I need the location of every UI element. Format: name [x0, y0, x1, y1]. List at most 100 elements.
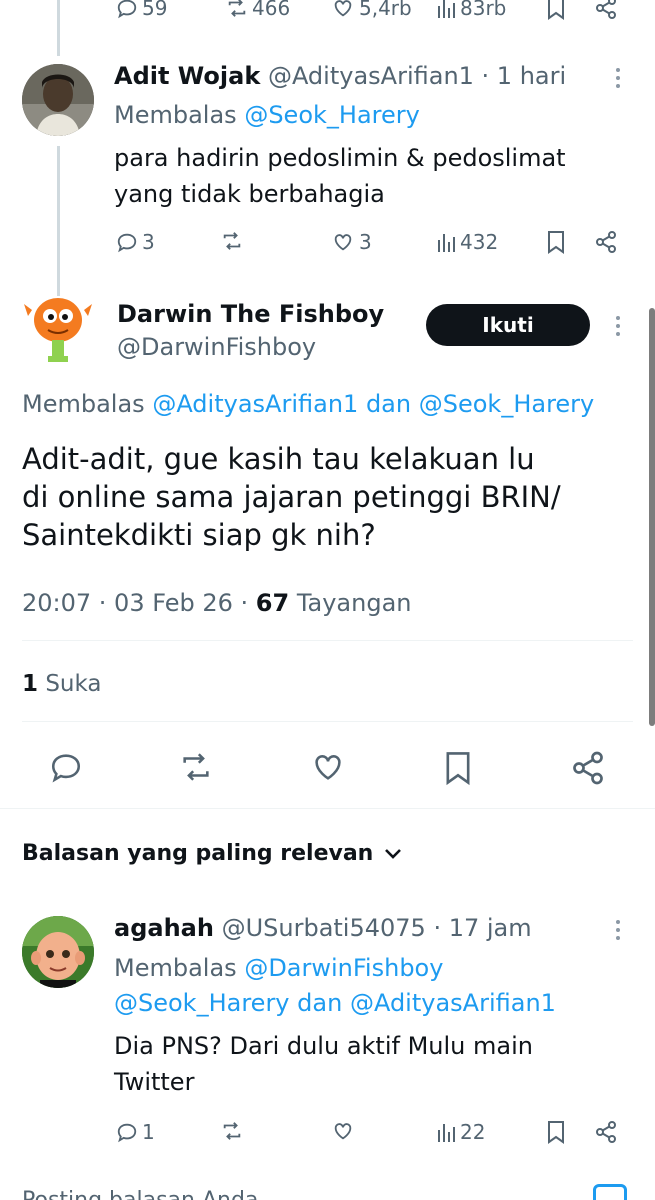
avatar[interactable] — [22, 292, 94, 364]
timestamp[interactable]: 20:07 · 03 Feb 26 · — [22, 589, 256, 617]
reply-icon — [117, 0, 137, 19]
like-label: Suka — [45, 671, 102, 697]
more-icon[interactable] — [615, 68, 621, 92]
share-icon — [573, 751, 603, 785]
author-name[interactable]: Adit Wojak — [114, 62, 260, 90]
bookmark-icon — [548, 0, 564, 20]
views-button[interactable]: 432 — [436, 230, 498, 254]
share-icon — [596, 0, 616, 19]
author-name[interactable]: agahah — [114, 914, 214, 942]
reply-count: 3 — [142, 230, 155, 254]
follow-button-label: Ikuti — [482, 313, 534, 337]
reply-button[interactable] — [48, 750, 84, 784]
more-icon[interactable] — [615, 316, 621, 340]
avatar[interactable] — [22, 64, 94, 136]
bookmark-icon — [548, 231, 564, 254]
reply-count: 1 — [142, 1120, 155, 1144]
reply-icon — [117, 1123, 137, 1143]
tweet-text: para hadirin pedoslimin & pedoslimat yan… — [114, 144, 566, 208]
more-icon[interactable] — [615, 920, 621, 944]
bookmark-button[interactable] — [545, 0, 567, 20]
sort-label: Balasan yang paling relevan — [22, 841, 374, 866]
share-icon — [596, 231, 616, 253]
divider — [0, 808, 655, 809]
reply-icon — [117, 233, 137, 253]
author-handle-time[interactable]: @USurbati54075 · 17 jam — [222, 914, 532, 942]
like-count: 5,4rb — [359, 0, 412, 20]
bookmark-button[interactable] — [545, 230, 567, 254]
repost-button[interactable] — [220, 230, 244, 252]
repost-icon — [223, 1122, 241, 1140]
views-button[interactable]: 83rb — [436, 0, 506, 20]
darwin-avatar-image — [24, 298, 92, 362]
views-icon — [438, 0, 455, 18]
chevron-down-icon — [385, 849, 402, 859]
follow-button[interactable]: Ikuti — [426, 304, 590, 346]
heart-icon — [334, 234, 352, 251]
heart-icon — [315, 755, 341, 780]
mention-link[interactable]: @Seok_Harery — [114, 989, 290, 1017]
heart-icon — [334, 1123, 352, 1140]
divider — [22, 721, 633, 722]
mention-link[interactable]: @AdityasArifian1 — [152, 390, 358, 418]
avatar-image — [22, 916, 94, 988]
divider — [22, 640, 633, 641]
share-button[interactable] — [594, 0, 618, 20]
bookmark-icon — [548, 1121, 564, 1144]
repost-icon — [228, 0, 246, 17]
reply-icon — [51, 754, 81, 783]
avatar[interactable] — [22, 916, 94, 988]
reply-composer-input[interactable]: Posting balasan Anda — [22, 1186, 258, 1200]
views-count: 83rb — [460, 0, 507, 20]
replying-to: Membalas @DarwinFishboy @Seok_Harery dan… — [114, 954, 556, 1017]
repost-button[interactable] — [220, 1120, 244, 1142]
thread-line — [57, 0, 60, 56]
like-button[interactable]: 3 — [331, 230, 372, 254]
heart-icon — [334, 0, 352, 17]
tweet-meta: 20:07 · 03 Feb 26 · 67 Tayangan — [22, 587, 411, 619]
replying-to: Membalas @AdityasArifian1 dan @Seok_Hare… — [22, 390, 595, 418]
mention-link[interactable]: @DarwinFishboy — [244, 954, 443, 982]
avatar-image — [22, 64, 94, 136]
view-count: 67 — [255, 589, 290, 617]
repost-icon — [183, 753, 209, 781]
reply-count: 59 — [142, 0, 168, 20]
mention-link[interactable]: @Seok_Harery — [419, 390, 595, 418]
view-label: Tayangan — [296, 589, 412, 617]
repost-button[interactable]: 466 — [226, 0, 290, 20]
like-button[interactable] — [331, 1120, 355, 1142]
views-count: 22 — [460, 1120, 486, 1144]
scrollbar[interactable] — [649, 308, 655, 726]
share-button[interactable] — [570, 750, 606, 786]
reply-button[interactable]: 59 — [116, 0, 167, 20]
reply-button[interactable]: 3 — [116, 230, 155, 254]
sort-replies-dropdown[interactable]: Balasan yang paling relevan — [22, 838, 403, 870]
bookmark-icon — [446, 752, 470, 786]
like-button[interactable]: 5,4rb — [331, 0, 412, 20]
views-button[interactable]: 22 — [436, 1120, 485, 1144]
mention-link[interactable]: @Seok_Harery — [244, 101, 420, 129]
like-count: 3 — [359, 230, 372, 254]
bookmark-button[interactable] — [545, 1120, 567, 1144]
thread-line — [57, 146, 60, 296]
share-icon — [596, 1121, 616, 1143]
image-icon[interactable] — [593, 1184, 627, 1200]
author-handle-time[interactable]: @AdityasArifian1 · 1 hari — [268, 62, 566, 90]
like-count: 1 — [22, 671, 39, 697]
repost-count: 466 — [252, 0, 291, 20]
share-button[interactable] — [594, 1120, 618, 1144]
repost-icon — [223, 232, 241, 250]
likes-summary[interactable]: 1 Suka — [22, 668, 102, 700]
author-name[interactable]: Darwin The Fishboy — [117, 298, 384, 330]
reply-button[interactable]: 1 — [116, 1120, 155, 1144]
mention-link[interactable]: @AdityasArifian1 — [350, 989, 556, 1017]
author-handle[interactable]: @DarwinFishboy — [117, 331, 316, 363]
share-button[interactable] — [594, 230, 618, 254]
tweet-text: Adit-adit, gue kasih tau kelakuan lu di … — [22, 442, 561, 552]
bookmark-button[interactable] — [442, 750, 474, 786]
views-icon — [438, 234, 455, 252]
like-button[interactable] — [310, 750, 346, 784]
views-icon — [438, 1124, 455, 1142]
replying-to: Membalas @Seok_Harery — [114, 101, 420, 129]
repost-button[interactable] — [176, 750, 216, 784]
